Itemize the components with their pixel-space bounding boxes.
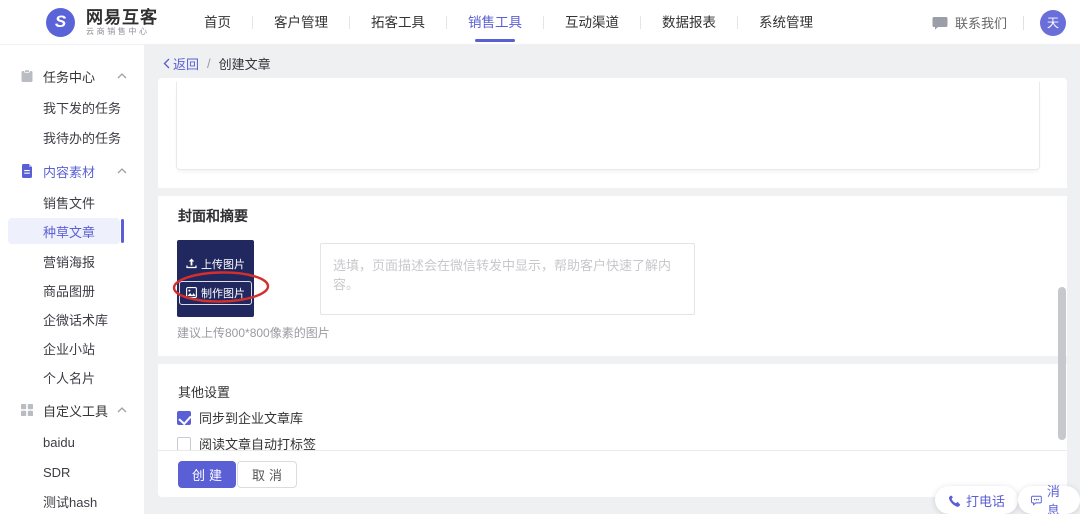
clipboard-icon — [21, 69, 33, 82]
article-editor-area[interactable] — [176, 82, 1040, 170]
sidebar-item-wecom-scripts[interactable]: 企微话术库 — [0, 304, 145, 334]
message-icon — [1031, 495, 1042, 506]
document-icon — [22, 164, 32, 178]
sidebar-item-seeding-articles-selected[interactable]: 种草文章 — [0, 216, 145, 246]
upload-icon — [186, 258, 197, 269]
grid-icon — [21, 404, 33, 416]
chevron-up-icon — [117, 407, 127, 413]
other-settings-title: 其他设置 — [178, 385, 231, 400]
nav-home[interactable]: 首页 — [183, 0, 252, 45]
nav-system-management[interactable]: 系统管理 — [738, 0, 834, 45]
back-link[interactable]: 返回 — [163, 54, 199, 73]
sidebar-item-personal-card[interactable]: 个人名片 — [0, 362, 145, 392]
sidebar-group-label: 任务中心 — [43, 69, 96, 85]
sidebar-group-custom-tools[interactable]: 自定义工具 — [0, 395, 145, 425]
phone-icon — [948, 494, 961, 507]
chat-bubble-icon — [932, 16, 948, 30]
nav-interaction-channels[interactable]: 互动渠道 — [544, 0, 640, 45]
sidebar-group-content-materials[interactable]: 内容素材 — [0, 156, 145, 186]
message-button[interactable]: 消息 — [1018, 484, 1080, 514]
main-nav: 首页 客户管理 拓客工具 销售工具 互动渠道 数据报表 系统管理 — [183, 0, 834, 45]
sidebar-item-label: 种草文章 — [43, 224, 96, 240]
contact-us-button[interactable]: 联系我们 — [932, 13, 1007, 32]
create-article-panel: 封面和摘要 上传图片 制作图片 建议上传800*800像素的图片 其他设置 同步… — [158, 78, 1067, 497]
cover-upload-box: 上传图片 制作图片 — [177, 240, 254, 317]
call-button[interactable]: 打电话 — [935, 486, 1019, 514]
app-title: 网易互客 — [86, 8, 158, 27]
sidebar-item-baidu[interactable]: baidu — [0, 427, 145, 457]
sidebar-item-marketing-posters[interactable]: 营销海报 — [0, 246, 145, 276]
sidebar-group-label: 自定义工具 — [43, 403, 109, 419]
section-divider — [158, 356, 1067, 364]
checkbox-sync-to-library[interactable]: 同步到企业文章库 — [177, 408, 303, 427]
sidebar-item-my-pending-tasks[interactable]: 我待办的任务 — [0, 122, 145, 152]
make-image-button[interactable]: 制作图片 — [179, 280, 252, 305]
checkbox-label: 同步到企业文章库 — [199, 411, 304, 426]
cover-section-title: 封面和摘要 — [178, 208, 248, 224]
header-divider — [1023, 15, 1024, 30]
breadcrumb-current: 创建文章 — [218, 57, 271, 72]
sidebar-item-product-catalog[interactable]: 商品图册 — [0, 275, 145, 305]
cancel-button[interactable]: 取消 — [237, 461, 298, 488]
sidebar-group-label: 内容素材 — [43, 164, 96, 180]
breadcrumb: 返回 / 创建文章 — [163, 54, 271, 73]
sidebar-item-sdr[interactable]: SDR — [0, 457, 145, 487]
sidebar-group-task-center[interactable]: 任务中心 — [0, 61, 145, 91]
section-divider — [158, 188, 1067, 196]
nav-customer-management[interactable]: 客户管理 — [253, 0, 349, 45]
sidebar-item-my-assigned-tasks[interactable]: 我下发的任务 — [0, 92, 145, 122]
checkbox-icon — [177, 436, 191, 451]
scrollbar-thumb[interactable] — [1058, 287, 1066, 440]
sidebar-item-company-site[interactable]: 企业小站 — [0, 333, 145, 363]
breadcrumb-separator: / — [207, 56, 211, 71]
panel-footer: 创建 取消 — [158, 450, 1067, 497]
user-avatar[interactable]: 天 — [1040, 9, 1066, 36]
chevron-up-icon — [117, 168, 127, 174]
upload-image-button[interactable]: 上传图片 — [180, 253, 251, 275]
upload-hint-text: 建议上传800*800像素的图片 — [177, 326, 330, 340]
selected-item-indicator — [121, 219, 124, 243]
chevron-up-icon — [117, 73, 127, 79]
summary-input[interactable] — [320, 243, 695, 315]
create-button[interactable]: 创建 — [178, 461, 237, 488]
nav-prospecting-tools[interactable]: 拓客工具 — [350, 0, 446, 45]
checkbox-icon — [177, 410, 191, 425]
logo-icon: S — [46, 8, 75, 37]
main-content-area: 返回 / 创建文章 封面和摘要 上传图片 制作图片 建议上传800*800像素的… — [145, 45, 1080, 514]
sidebar-item-sales-files[interactable]: 销售文件 — [0, 187, 145, 217]
sidebar: 任务中心 我下发的任务 我待办的任务 内容素材 销售文件 种草文章 营销海报 商… — [0, 45, 145, 514]
contact-us-label: 联系我们 — [954, 16, 1007, 31]
top-header: S 网易互客 云商销售中心 首页 客户管理 拓客工具 销售工具 互动渠道 数据报… — [0, 0, 1080, 45]
app-subtitle: 云商销售中心 — [86, 27, 150, 36]
app-logo[interactable]: S 网易互客 云商销售中心 — [46, 8, 158, 37]
sidebar-item-test-hash[interactable]: 测试hash — [0, 486, 145, 514]
image-icon — [186, 287, 197, 298]
nav-data-reports[interactable]: 数据报表 — [641, 0, 737, 45]
nav-sales-tools-active[interactable]: 销售工具 — [447, 0, 543, 45]
chevron-left-icon — [163, 58, 170, 69]
